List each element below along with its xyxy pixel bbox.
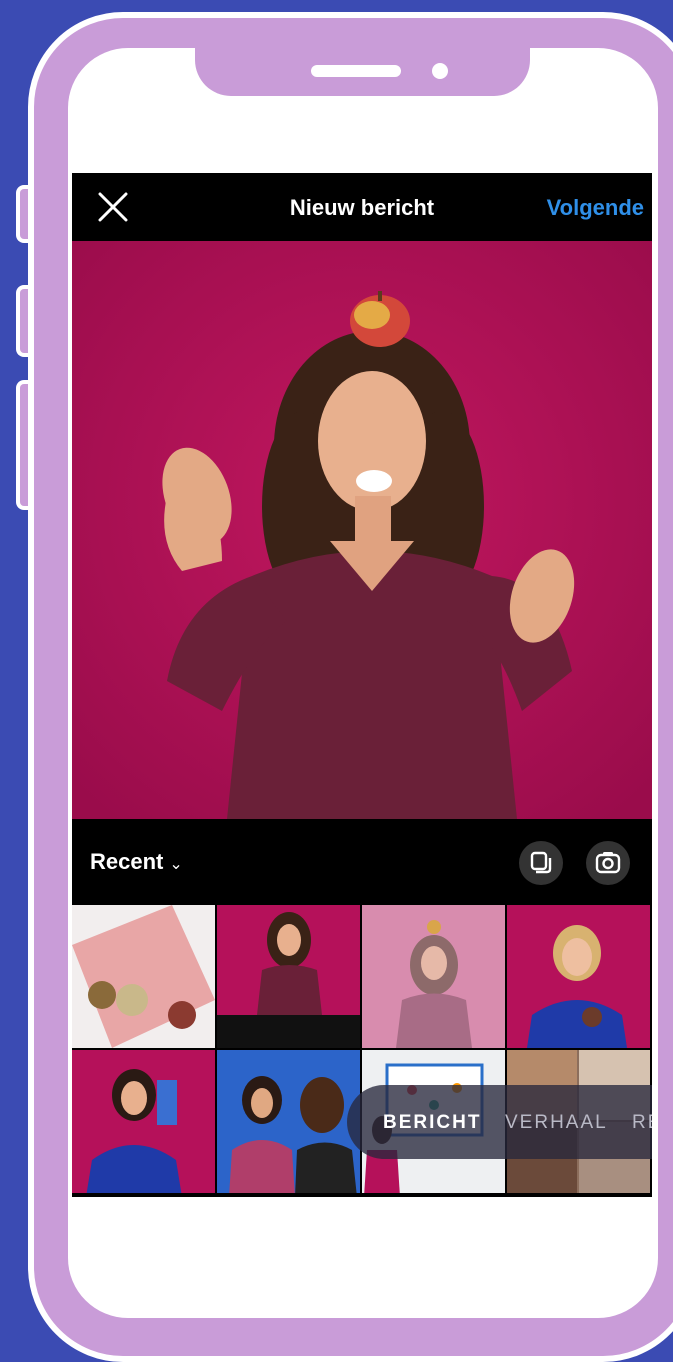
grid-thumbnail[interactable] xyxy=(507,905,650,1048)
new-post-screen: Nieuw bericht Volgende Recent ⌄ BERICHT … xyxy=(72,173,652,1197)
grid-thumbnail[interactable] xyxy=(217,905,360,1048)
mode-bericht[interactable]: BERICHT xyxy=(383,1112,481,1134)
mode-verhaal[interactable]: VERHAAL xyxy=(505,1112,608,1134)
multi-select-button[interactable] xyxy=(519,841,563,885)
gallery-toolbar: Recent ⌄ xyxy=(72,819,652,905)
mode-selector: BERICHT VERHAAL REEL LI xyxy=(347,1085,652,1159)
photo-preview[interactable] xyxy=(72,241,652,819)
phone-notch xyxy=(195,44,530,96)
top-bar: Nieuw bericht Volgende xyxy=(72,173,652,241)
grid-thumbnail[interactable] xyxy=(217,1050,360,1193)
grid-thumbnail[interactable] xyxy=(72,1050,215,1193)
grid-thumbnail[interactable] xyxy=(72,905,215,1048)
front-camera xyxy=(432,63,448,79)
grid-thumbnail[interactable] xyxy=(362,905,505,1048)
multi-select-icon xyxy=(530,851,552,874)
chevron-down-icon: ⌄ xyxy=(169,856,183,873)
next-button[interactable]: Volgende xyxy=(547,195,644,221)
camera-icon xyxy=(595,852,621,874)
mode-reel[interactable]: REEL xyxy=(632,1112,652,1134)
album-label: Recent xyxy=(90,849,164,874)
selected-photo xyxy=(72,241,652,819)
camera-button[interactable] xyxy=(586,841,630,885)
speaker-grille xyxy=(311,65,401,77)
album-selector[interactable]: Recent ⌄ xyxy=(90,849,183,875)
